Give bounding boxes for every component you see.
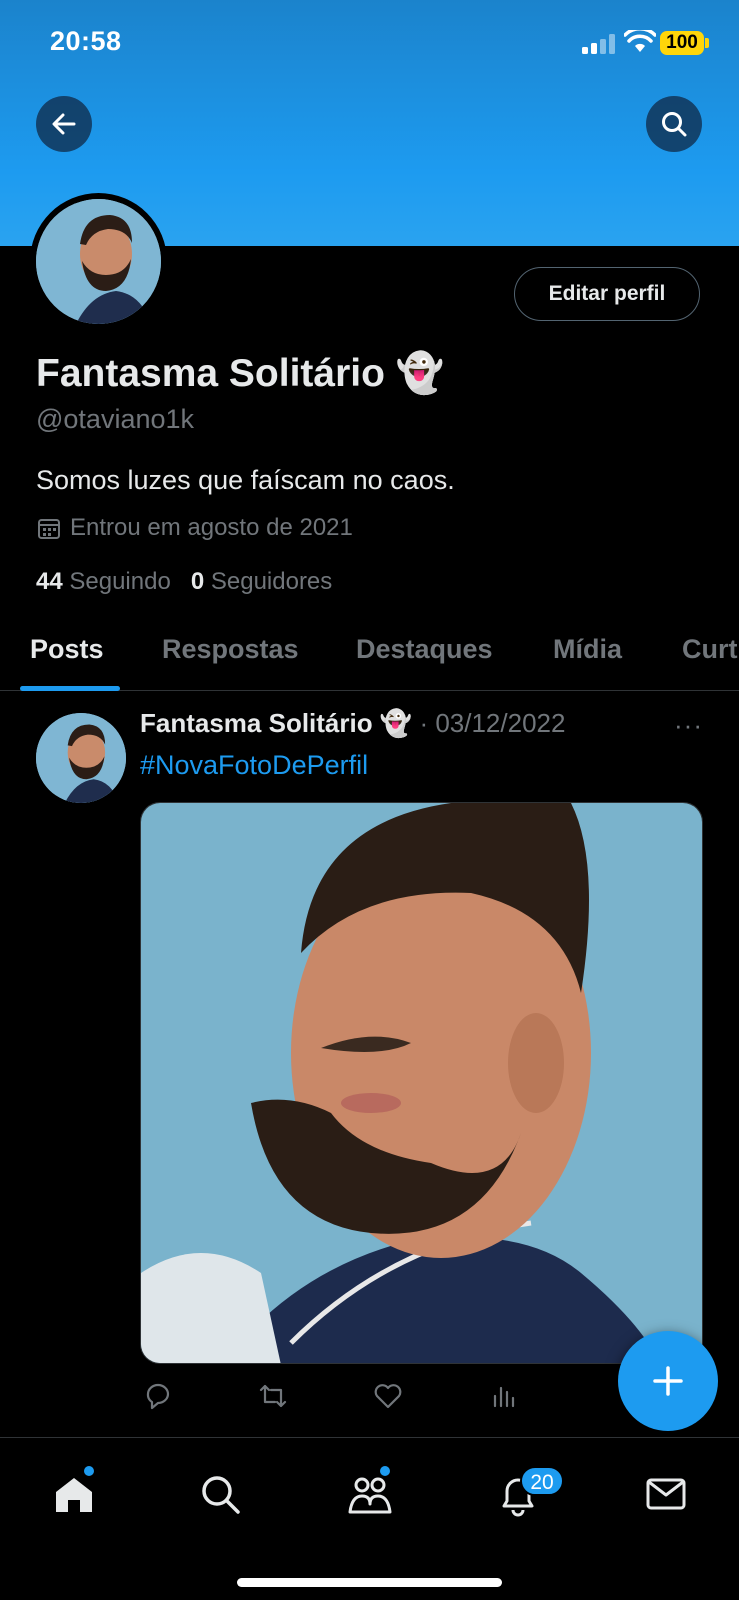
profile-bio: Somos luzes que faíscam no caos.: [36, 465, 455, 495]
post-actions: [140, 1378, 640, 1418]
post-avatar-image: [36, 713, 126, 803]
notifications-badge: 20: [520, 1466, 564, 1496]
active-tab-indicator: [20, 686, 120, 691]
following-label: Seguindo: [69, 568, 171, 595]
reply-icon[interactable]: [140, 1378, 176, 1414]
bottom-divider: [0, 1437, 739, 1438]
profile-tabs: Posts Respostas Destaques Mídia Curt: [0, 610, 739, 691]
followers-link[interactable]: 0 Seguidores: [191, 568, 332, 595]
back-button[interactable]: [36, 96, 92, 152]
post-author-avatar[interactable]: [36, 713, 126, 803]
post-author-name[interactable]: Fantasma Solitário 👻: [140, 708, 412, 738]
following-count: 44: [36, 568, 63, 595]
calendar-icon: [38, 519, 60, 539]
home-unread-dot: [84, 1466, 94, 1476]
wifi-icon: [624, 30, 656, 52]
compose-button[interactable]: [618, 1331, 718, 1431]
post-portrait-image: [141, 803, 702, 1363]
repost-icon[interactable]: [255, 1378, 291, 1414]
profile-avatar[interactable]: [30, 193, 167, 330]
profile-display-name: Fantasma Solitário 👻: [36, 352, 445, 395]
home-indicator[interactable]: [237, 1578, 502, 1587]
back-arrow-icon: [52, 113, 76, 135]
battery-indicator: 100: [660, 31, 704, 55]
edit-profile-button[interactable]: Editar perfil: [514, 267, 700, 321]
home-icon[interactable]: [50, 1470, 98, 1518]
following-link[interactable]: 44 Seguindo: [36, 568, 171, 595]
compose-plus-icon: [653, 1366, 683, 1396]
followers-count: 0: [190, 568, 205, 595]
avatar-portrait-image: [36, 199, 161, 324]
status-time: 20:58: [50, 26, 122, 56]
battery-tip: [705, 38, 709, 48]
communities-icon[interactable]: [346, 1470, 394, 1518]
messages-icon[interactable]: [642, 1470, 690, 1518]
communities-unread-dot: [380, 1466, 390, 1476]
post-date[interactable]: 03/12/2022: [435, 708, 565, 738]
like-icon[interactable]: [370, 1378, 406, 1414]
tab-media[interactable]: Mídia: [553, 634, 622, 665]
joined-text: Entrou em agosto de 2021: [70, 514, 353, 541]
tab-highlights[interactable]: Destaques: [356, 634, 493, 665]
joined-date: Entrou em agosto de 2021: [36, 514, 353, 542]
search-icon: [662, 112, 687, 137]
search-button[interactable]: [646, 96, 702, 152]
post-hashtag-link[interactable]: #NovaFotoDePerfil: [140, 750, 368, 781]
post-image[interactable]: [140, 802, 703, 1364]
tab-replies[interactable]: Respostas: [162, 634, 299, 665]
tab-posts[interactable]: Posts: [30, 634, 104, 665]
follow-stats: 44 Seguindo 0 Seguidores: [36, 568, 332, 596]
followers-label: Seguidores: [210, 568, 333, 595]
profile-handle: @otaviano1k: [36, 404, 195, 434]
cellular-signal-icon: [582, 34, 615, 54]
explore-icon[interactable]: [196, 1470, 244, 1518]
tab-likes[interactable]: Curt: [682, 634, 738, 665]
post-header: Fantasma Solitário 👻 · 03/12/2022: [140, 708, 565, 739]
post-more-button[interactable]: ···: [674, 710, 703, 741]
views-icon[interactable]: [485, 1378, 521, 1414]
post-separator: ·: [412, 708, 436, 738]
